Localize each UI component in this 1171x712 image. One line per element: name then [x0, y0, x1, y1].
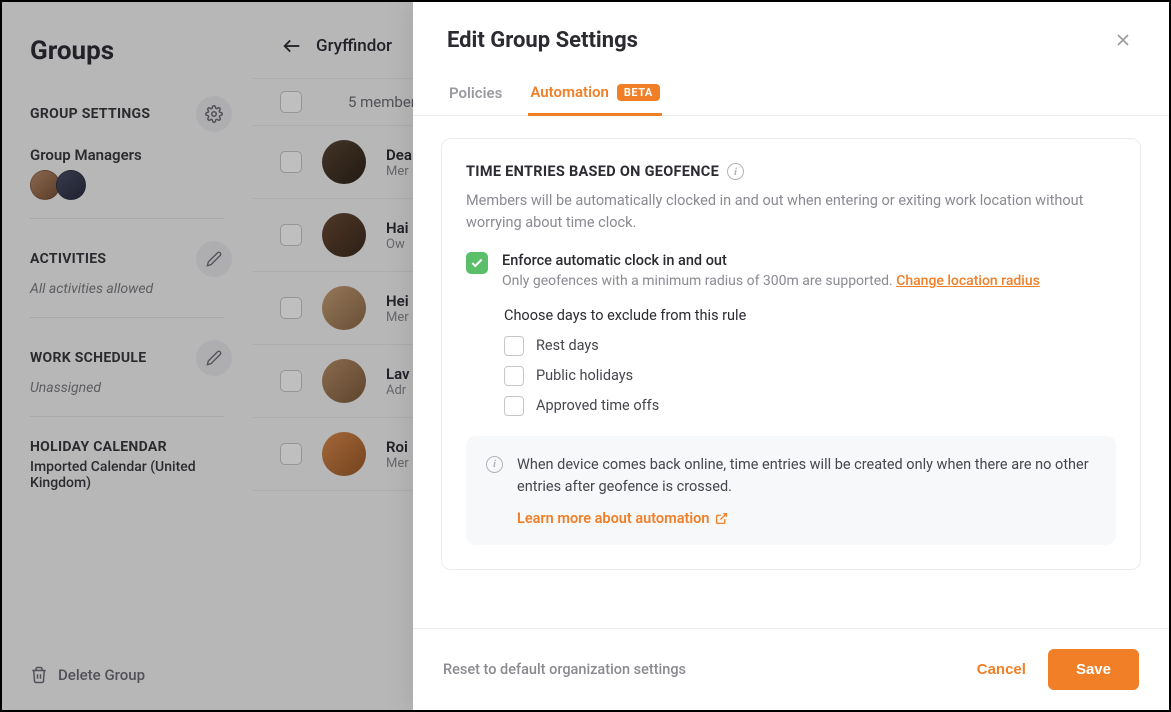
- footer-actions: Cancel Save: [969, 649, 1139, 690]
- info-box-text: When device comes back online, time entr…: [517, 454, 1096, 499]
- cancel-button[interactable]: Cancel: [969, 651, 1034, 688]
- option-approved-timeoffs[interactable]: Approved time offs: [504, 396, 1116, 416]
- edit-group-modal: Edit Group Settings Policies Automation …: [413, 2, 1169, 710]
- exclude-section: Choose days to exclude from this rule Re…: [466, 289, 1116, 416]
- info-icon: i: [486, 456, 503, 473]
- enforce-label: Enforce automatic clock in and out: [502, 252, 1040, 269]
- save-button[interactable]: Save: [1048, 649, 1139, 690]
- tabs: Policies Automation BETA: [413, 61, 1169, 116]
- modal-title: Edit Group Settings: [447, 28, 638, 53]
- reset-to-default[interactable]: Reset to default organization settings: [443, 661, 686, 678]
- checkbox[interactable]: [504, 336, 524, 356]
- learn-more-link[interactable]: Learn more about automation: [517, 510, 728, 527]
- tab-automation[interactable]: Automation BETA: [528, 83, 662, 116]
- external-link-icon: [715, 512, 728, 525]
- modal-footer: Reset to default organization settings C…: [413, 628, 1169, 710]
- option-public-holidays[interactable]: Public holidays: [504, 366, 1116, 386]
- option-label: Rest days: [536, 337, 599, 354]
- card-title: TIME ENTRIES BASED ON GEOFENCE: [466, 163, 719, 180]
- modal-body: TIME ENTRIES BASED ON GEOFENCE i Members…: [413, 116, 1169, 628]
- modal-header: Edit Group Settings: [413, 2, 1169, 61]
- change-radius-link[interactable]: Change location radius: [896, 273, 1040, 289]
- card-heading: TIME ENTRIES BASED ON GEOFENCE i: [466, 163, 1116, 180]
- option-label: Approved time offs: [536, 397, 659, 414]
- close-icon[interactable]: [1113, 30, 1135, 52]
- checkbox[interactable]: [504, 366, 524, 386]
- exclude-title: Choose days to exclude from this rule: [504, 307, 1116, 324]
- enforce-sublabel: Only geofences with a minimum radius of …: [502, 273, 1040, 289]
- geofence-card: TIME ENTRIES BASED ON GEOFENCE i Members…: [441, 138, 1141, 570]
- info-icon[interactable]: i: [727, 163, 744, 180]
- tab-policies[interactable]: Policies: [447, 83, 504, 115]
- info-box: i When device comes back online, time en…: [466, 436, 1116, 546]
- option-label: Public holidays: [536, 367, 633, 384]
- enforce-checkbox[interactable]: [466, 252, 488, 274]
- option-rest-days[interactable]: Rest days: [504, 336, 1116, 356]
- enforce-checkbox-row: Enforce automatic clock in and out Only …: [466, 252, 1116, 289]
- checkbox[interactable]: [504, 396, 524, 416]
- beta-badge: BETA: [617, 84, 660, 101]
- card-description: Members will be automatically clocked in…: [466, 180, 1116, 252]
